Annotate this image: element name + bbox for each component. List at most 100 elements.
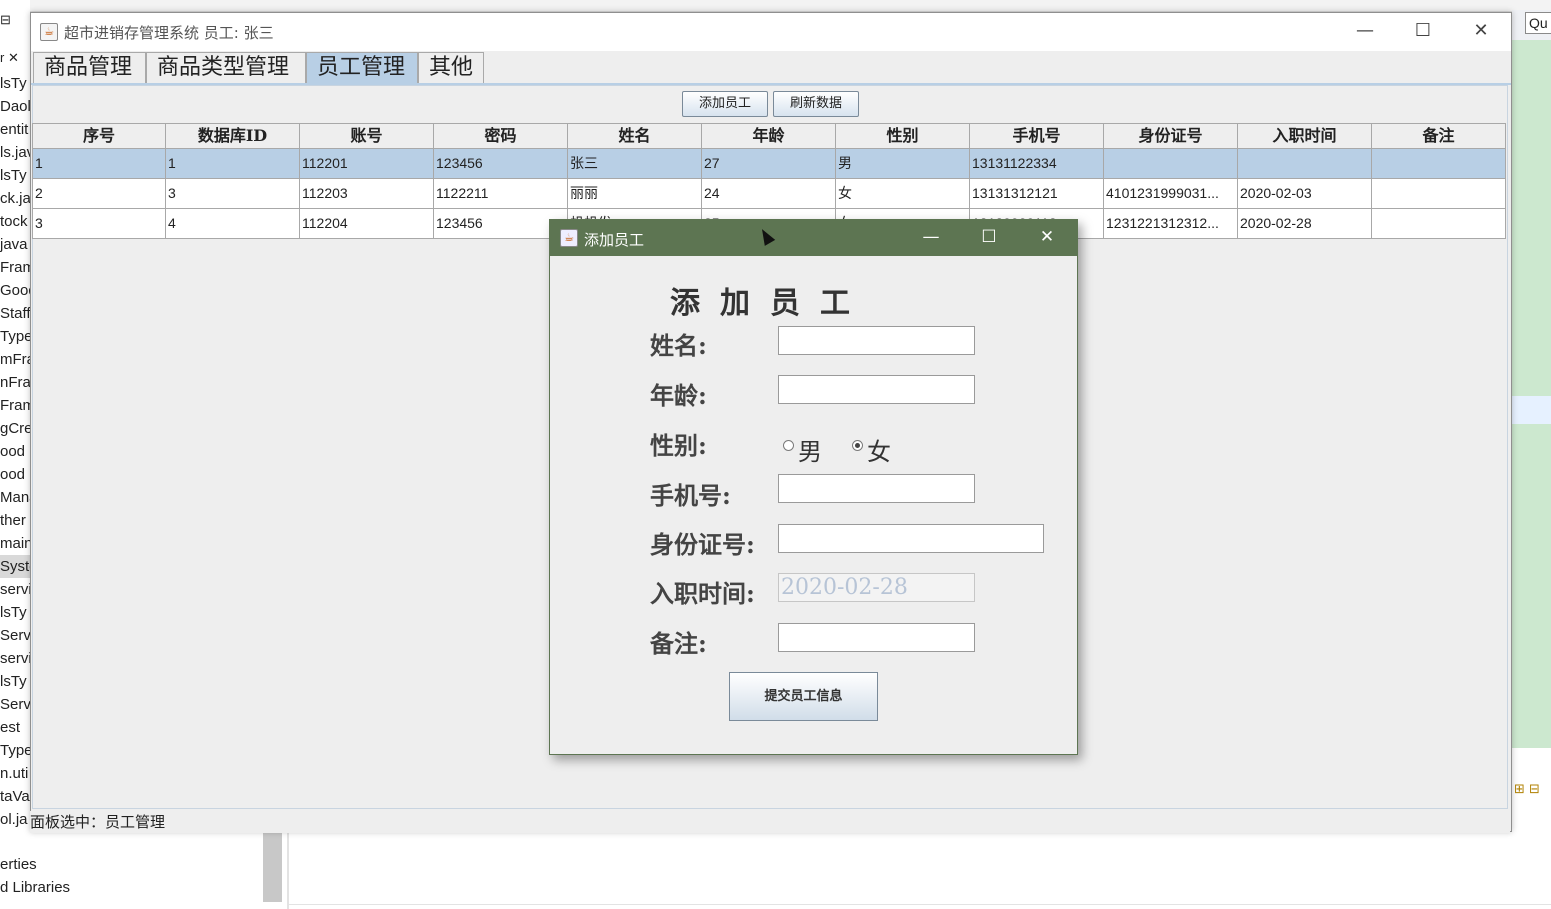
close-button[interactable]: ✕ (1452, 13, 1510, 51)
main-title-bar[interactable]: ☕ 超市进销存管理系统 员工: 张三 — ☐ ✕ (31, 13, 1511, 51)
table-cell[interactable] (1372, 149, 1506, 179)
ide-tree-item[interactable]: lsTy (0, 670, 30, 693)
table-cell[interactable]: 27 (702, 149, 836, 179)
table-cell[interactable]: 13131312121 (970, 179, 1104, 209)
column-header[interactable]: 序号 (32, 123, 166, 149)
column-header[interactable]: 姓名 (568, 123, 702, 149)
id-card-input[interactable] (778, 524, 1044, 553)
dialog-close-button[interactable]: ✕ (1018, 220, 1076, 256)
gender-female-radio[interactable]: 女 (852, 432, 912, 466)
table-cell[interactable]: 男 (836, 149, 970, 179)
table-cell[interactable] (1238, 149, 1372, 179)
dialog-minimize-button[interactable]: — (902, 220, 960, 256)
ide-tree-item[interactable]: Servi (0, 693, 30, 716)
ide-tree-item[interactable]: ol.ja (0, 808, 30, 831)
table-cell[interactable]: 4101231999031... (1104, 179, 1238, 209)
remark-input[interactable] (778, 623, 975, 652)
table-cell[interactable]: 2020-02-03 (1238, 179, 1372, 209)
tab-other[interactable]: 其他 (418, 52, 484, 84)
phone-input[interactable] (778, 474, 975, 503)
ide-tree-item[interactable]: Daol (0, 95, 30, 118)
tab-goods[interactable]: 商品管理 (33, 52, 146, 84)
ide-tree-item[interactable]: ood (0, 440, 30, 463)
minimize-button[interactable]: — (1336, 13, 1394, 51)
table-cell[interactable]: 2 (32, 179, 166, 209)
column-header[interactable]: 数据库ID (166, 123, 300, 149)
ide-tree-item[interactable]: servi (0, 578, 30, 601)
ide-tree-item[interactable]: ood (0, 463, 30, 486)
table-cell[interactable]: 13131122334 (970, 149, 1104, 179)
table-row[interactable]: 2 3 112203 1122211 丽丽 24 女 13131312121 410123199… (32, 179, 1508, 209)
table-cell[interactable]: 112203 (300, 179, 434, 209)
ide-tree-item[interactable]: servi (0, 647, 30, 670)
ide-tree-item[interactable]: Type (0, 325, 30, 348)
ide-tree-item[interactable]: lsTy (0, 72, 30, 95)
table-cell[interactable]: 1122211 (434, 179, 568, 209)
ide-tree-item[interactable]: nFrar (0, 371, 30, 394)
column-header[interactable]: 入职时间 (1238, 123, 1372, 149)
table-cell[interactable]: 张三 (568, 149, 702, 179)
ide-tree-item[interactable]: n.uti (0, 762, 30, 785)
column-header[interactable]: 账号 (300, 123, 434, 149)
table-cell[interactable]: 3 (32, 209, 166, 239)
ide-tree-item[interactable]: mFra (0, 348, 30, 371)
age-input[interactable] (778, 375, 975, 404)
ide-tree-item[interactable]: Syste (0, 555, 30, 578)
ide-tree-item[interactable]: est (0, 716, 30, 739)
column-header[interactable]: 备注 (1372, 123, 1506, 149)
ide-tree-item[interactable]: Type (0, 739, 30, 762)
tab-goods-type[interactable]: 商品类型管理 (146, 52, 306, 84)
ide-quick-access[interactable]: Qu (1525, 12, 1551, 34)
ide-scrollbar[interactable] (263, 832, 282, 902)
ide-tree-item[interactable]: ther (0, 509, 30, 532)
dialog-maximize-button[interactable]: ☐ (960, 220, 1018, 256)
table-row[interactable]: 1 1 112201 123456 张三 27 男 13131122334 (32, 149, 1508, 179)
table-cell[interactable]: 112204 (300, 209, 434, 239)
ide-tree-item[interactable]: Mana (0, 486, 30, 509)
table-cell[interactable]: 123456 (434, 149, 568, 179)
ide-tree-item[interactable]: java (0, 233, 30, 256)
column-header[interactable]: 性别 (836, 123, 970, 149)
maximize-button[interactable]: ☐ (1394, 13, 1452, 51)
ide-tree-item[interactable]: Fram (0, 394, 30, 417)
ide-tree-item[interactable]: gCre (0, 417, 30, 440)
ide-view-tab[interactable]: r ✕ (0, 46, 30, 69)
column-header[interactable]: 密码 (434, 123, 568, 149)
ide-tree-item[interactable]: lsTy (0, 601, 30, 624)
table-cell[interactable] (1372, 209, 1506, 239)
table-cell[interactable]: 女 (836, 179, 970, 209)
dialog-title-bar[interactable]: ☕ 添加员工 — ☐ ✕ (550, 220, 1077, 256)
ide-tree-item[interactable]: taVal (0, 785, 30, 808)
gender-male-radio[interactable]: 男 (783, 432, 843, 466)
table-cell[interactable]: 4 (166, 209, 300, 239)
ide-tree-item[interactable]: entit (0, 118, 30, 141)
table-cell[interactable]: 112201 (300, 149, 434, 179)
table-cell[interactable]: 3 (166, 179, 300, 209)
ide-tree-item[interactable]: Staff (0, 302, 30, 325)
ide-tree-item[interactable]: Servi (0, 624, 30, 647)
ide-tree-item[interactable]: Good (0, 279, 30, 302)
hire-date-input[interactable]: 2020-02-28 (778, 573, 975, 602)
column-header[interactable]: 年龄 (702, 123, 836, 149)
ide-view-icons[interactable]: ⊞ ⊟ (1514, 782, 1540, 797)
table-cell[interactable]: 1231221312312... (1104, 209, 1238, 239)
column-header[interactable]: 手机号 (970, 123, 1104, 149)
table-cell[interactable] (1372, 179, 1506, 209)
submit-staff-button[interactable]: 提交员工信息 (729, 672, 878, 721)
refresh-button[interactable]: 刷新数据 (773, 91, 859, 117)
table-cell[interactable]: 2020-02-28 (1238, 209, 1372, 239)
ide-tree-item[interactable]: erties (0, 856, 37, 873)
add-staff-button[interactable]: 添加员工 (682, 91, 768, 117)
ide-tree-item[interactable]: tock (0, 210, 30, 233)
ide-tree-item[interactable]: d Libraries (0, 879, 70, 896)
table-cell[interactable]: 24 (702, 179, 836, 209)
ide-tree-item[interactable]: main (0, 532, 30, 555)
table-cell[interactable]: 1 (166, 149, 300, 179)
name-input[interactable] (778, 326, 975, 355)
ide-tree-item[interactable]: ck.ja (0, 187, 30, 210)
ide-tree-item[interactable]: ls.jav (0, 141, 30, 164)
column-header[interactable]: 身份证号 (1104, 123, 1238, 149)
table-cell[interactable] (1104, 149, 1238, 179)
table-cell[interactable]: 丽丽 (568, 179, 702, 209)
ide-tree-item[interactable]: lsTy (0, 164, 30, 187)
